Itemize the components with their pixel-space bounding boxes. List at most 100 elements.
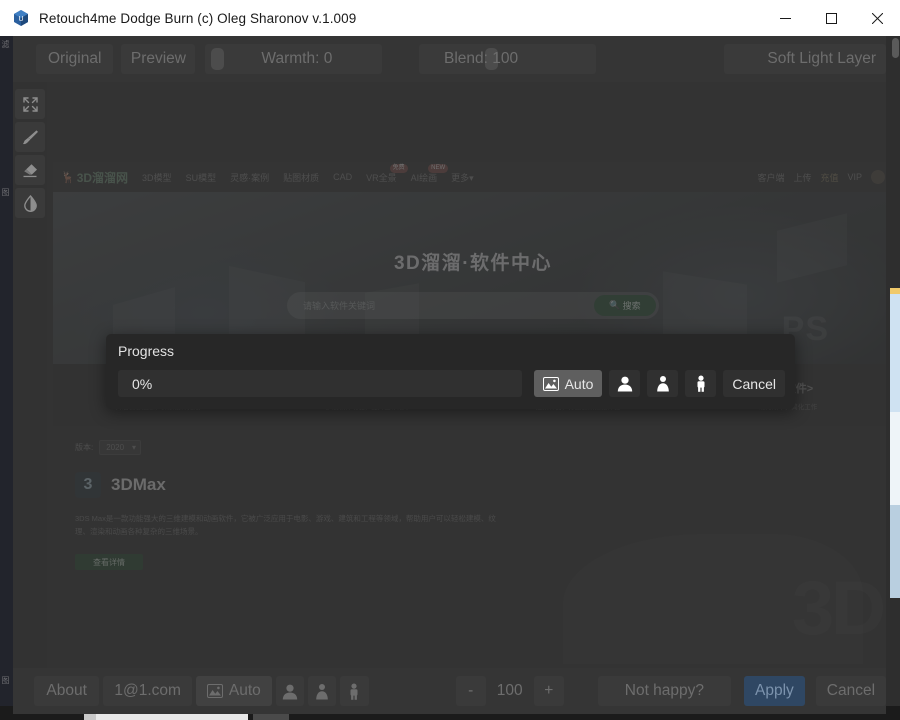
landscape-icon — [542, 376, 559, 391]
nav-recharge[interactable]: 充值 — [820, 171, 838, 184]
nav-vip[interactable]: VIP — [847, 172, 862, 182]
nav-item-3[interactable]: 贴图材质 — [283, 171, 319, 184]
webpage-search-placeholder: 请输入软件关键词 — [303, 301, 376, 311]
progress-bar: 0% — [118, 370, 522, 397]
nav-item-5-label: VR全景 — [366, 172, 397, 183]
brush-icon[interactable] — [15, 122, 45, 152]
contrast-icon[interactable] — [15, 188, 45, 218]
nav-item-5[interactable]: VR全景 免费 — [366, 163, 408, 184]
webpage-logo[interactable]: 🦌 3D溜溜网 — [61, 169, 128, 186]
deer-icon: 🦌 — [61, 171, 75, 184]
product-description: 3DS Max是一款功能强大的三维建模和动画软件，它被广泛应用于电影、游戏、建筑… — [75, 514, 496, 537]
product-version-select[interactable]: 2020 ▾ — [99, 440, 142, 455]
warmth-slider-handle[interactable] — [211, 48, 225, 70]
warmth-slider[interactable]: Warmth: 0 — [205, 44, 383, 74]
ps-left-glyph-2: 图 — [1, 188, 10, 195]
nav-item-0-label: 3D模型 — [142, 172, 172, 183]
window-title: Retouch4me Dodge Burn (c) Oleg Sharonov … — [39, 10, 357, 26]
preview-button[interactable]: Preview — [121, 44, 196, 74]
webpage-search-button[interactable]: 🔍 搜索 — [594, 295, 656, 316]
blend-slider[interactable]: Blend: 100 — [419, 44, 596, 74]
application-window: 滤 图 图 曲 U Retouch4me Dodge Burn (c) Oleg… — [0, 0, 900, 720]
increase-button[interactable]: + — [533, 676, 564, 706]
nav-item-7[interactable]: 更多▾ — [451, 171, 474, 184]
retouch4me-logo-icon: U — [12, 9, 30, 27]
warmth-label: Warmth: 0 — [261, 50, 333, 67]
title-bar: U Retouch4me Dodge Burn (c) Oleg Sharono… — [0, 0, 900, 36]
chevron-down-icon: ▾ — [132, 443, 137, 452]
original-button[interactable]: Original — [36, 44, 114, 74]
nav-item-2-label: 灵感·案例 — [230, 172, 270, 183]
dialog-title: Progress — [118, 343, 175, 359]
nav-item-1[interactable]: SU模型 — [186, 171, 217, 184]
account-button[interactable]: 1@1.com — [103, 676, 192, 706]
fit-to-screen-icon[interactable] — [15, 89, 45, 119]
progress-dialog: Progress 0% Auto Cancel — [106, 334, 795, 409]
eraser-icon[interactable] — [15, 155, 45, 185]
product-version-row: 版本: 2020 ▾ — [75, 440, 871, 455]
soft-light-layer-button[interactable]: Soft Light Layer — [723, 44, 886, 74]
product-header: 3 3DMax — [75, 472, 871, 498]
nav-item-7-label: 更多 — [451, 172, 470, 183]
maximize-button[interactable] — [808, 0, 854, 36]
top-toolbar: Original Preview Warmth: 0 Blend: 100 So… — [13, 36, 886, 82]
dialog-action-buttons: Auto Cancel — [533, 370, 785, 397]
half-body-mask-icon — [314, 683, 330, 700]
window-controls — [762, 0, 900, 36]
nav-item-4-label: CAD — [333, 172, 353, 182]
bottom-auto-button[interactable]: Auto — [195, 676, 272, 706]
nav-item-6-label: AI绘画 — [410, 172, 438, 183]
webpage-navbar: 🦌 3D溜溜网 3D模型 SU模型 灵感·案例 贴图材质 CAD VR全景 免费… — [53, 162, 886, 192]
minimize-button[interactable] — [762, 0, 808, 36]
dialog-auto-label: Auto — [564, 375, 594, 392]
nav-item-4[interactable]: CAD — [333, 172, 352, 182]
about-button[interactable]: About — [34, 676, 100, 706]
apply-button[interactable]: Apply — [743, 676, 805, 706]
face-mask-icon — [616, 375, 634, 392]
search-icon: 🔍 — [609, 300, 621, 310]
nav-item-3-label: 贴图材质 — [283, 172, 320, 183]
webpage-screenshot: 🦌 3D溜溜网 3D模型 SU模型 灵感·案例 贴图材质 CAD VR全景 免费… — [53, 162, 886, 668]
dialog-cancel-button[interactable]: Cancel — [723, 370, 785, 397]
not-happy-button[interactable]: Not happy? — [597, 676, 731, 706]
blend-label: Blend: 100 — [444, 50, 519, 67]
webpage-navbar-right: 客户端 上传 充值 VIP — [757, 170, 885, 184]
nav-item-1-label: SU模型 — [185, 172, 217, 183]
tool-sidebar — [13, 82, 47, 668]
avatar[interactable] — [871, 170, 885, 184]
bottom-half-body-mask-button[interactable] — [308, 676, 337, 706]
vertical-scrollbar[interactable] — [892, 38, 899, 58]
nav-upload[interactable]: 上传 — [793, 171, 811, 184]
full-body-mask-icon — [695, 375, 707, 392]
product-detail-button[interactable]: 查看详情 — [75, 554, 143, 571]
dialog-half-body-mask-button[interactable] — [647, 370, 679, 397]
progress-value-label: 0% — [132, 375, 153, 392]
product-logo-icon: 3 — [75, 472, 101, 498]
product-version-label: 版本: — [75, 443, 94, 452]
webpage-search-button-label: 搜索 — [622, 301, 641, 311]
bottom-cancel-button[interactable]: Cancel — [815, 676, 887, 706]
nav-item-6[interactable]: AI绘画 NEW — [410, 163, 449, 184]
bottom-face-mask-button[interactable] — [275, 676, 305, 706]
nav-client-download[interactable]: 客户端 — [757, 171, 784, 184]
ps-left-glyph-3: 图 — [1, 676, 10, 683]
dialog-full-body-mask-button[interactable] — [685, 370, 717, 397]
product-version-value: 2020 — [106, 443, 125, 452]
hero-title: 3D溜溜·软件中心 — [393, 253, 553, 274]
webpage-product-section: 3D 版本: 2020 ▾ 3 3DMax 3DS Max是一款功能强大的三维建… — [53, 426, 886, 668]
bottom-auto-label: Auto — [228, 682, 261, 699]
landscape-icon — [206, 684, 223, 698]
webpage-logo-text: 3D溜溜网 — [76, 170, 129, 185]
close-button[interactable] — [854, 0, 900, 36]
photoshop-left-panel-strip: 滤 图 图 — [0, 36, 13, 720]
full-body-mask-icon — [348, 683, 360, 700]
product-bg-text: 3D — [792, 565, 886, 652]
dialog-face-mask-button[interactable] — [609, 370, 641, 397]
nav-item-6-badge: NEW — [428, 163, 449, 173]
dialog-auto-button[interactable]: Auto — [533, 370, 603, 397]
bottom-full-body-mask-button[interactable] — [340, 676, 369, 706]
nav-item-2[interactable]: 灵感·案例 — [230, 171, 269, 184]
decrease-button[interactable]: - — [455, 676, 486, 706]
nav-item-0[interactable]: 3D模型 — [142, 171, 172, 184]
webpage-search-box[interactable]: 请输入软件关键词 🔍 搜索 — [287, 292, 659, 319]
